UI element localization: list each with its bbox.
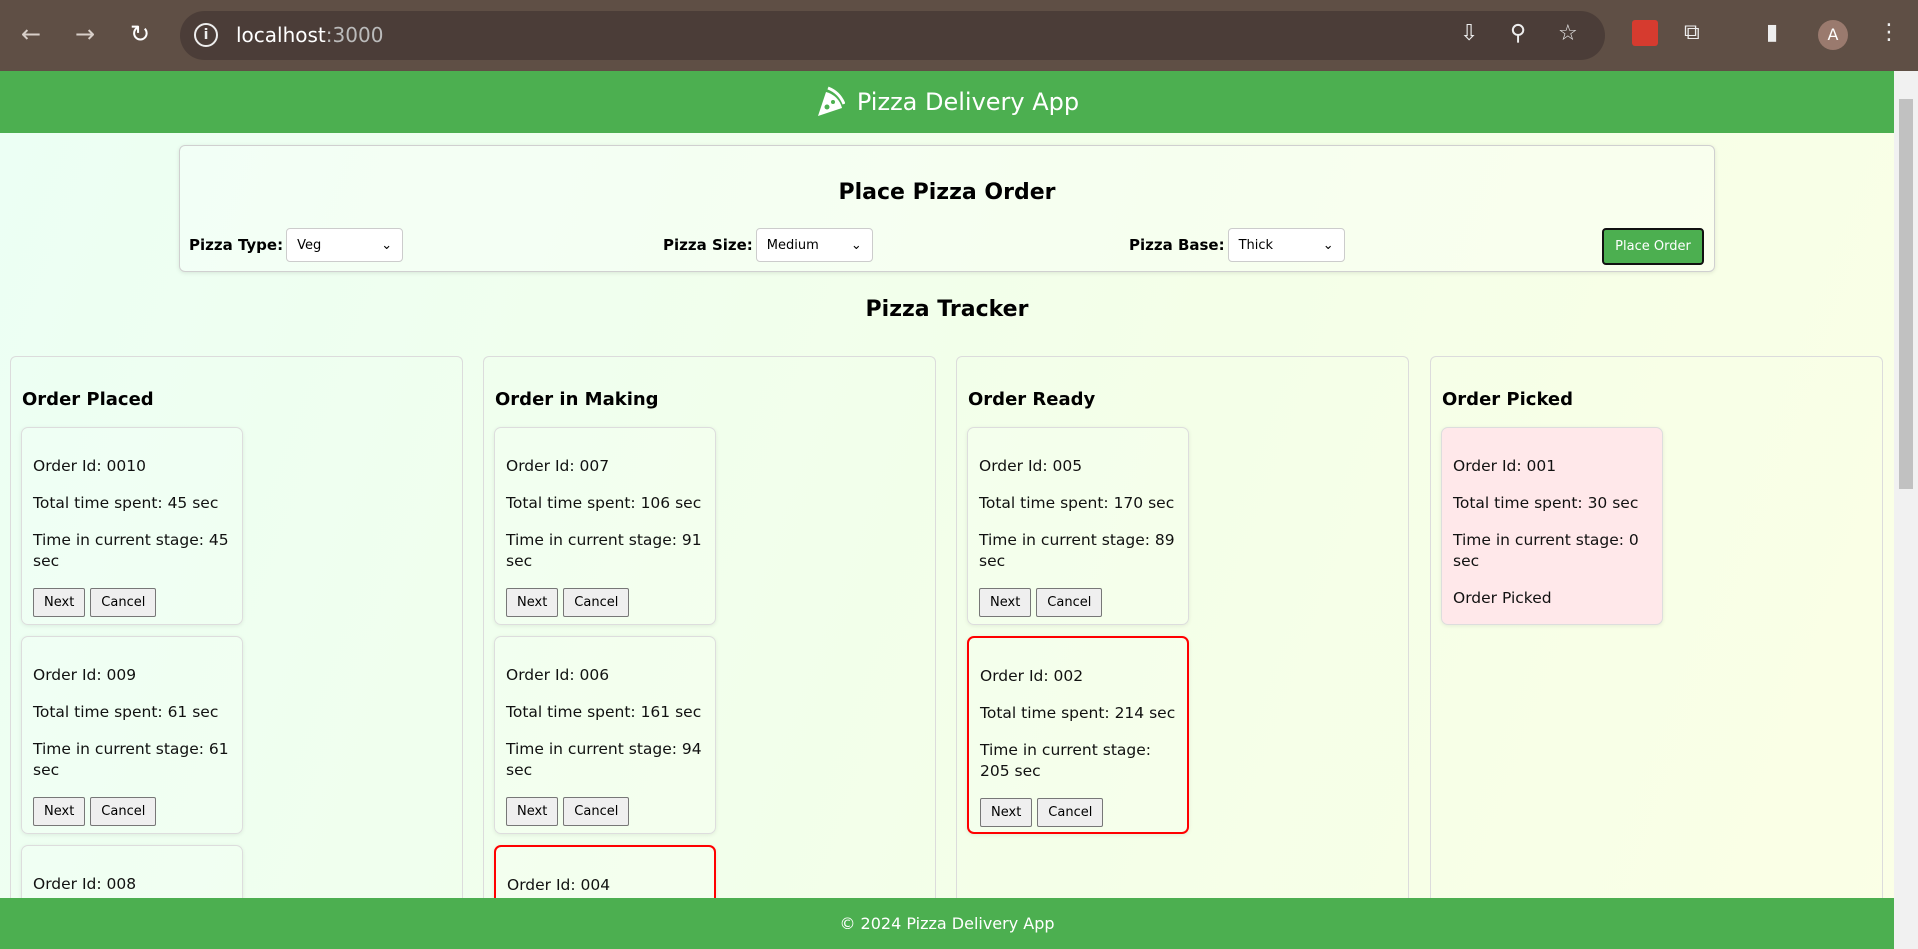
chevron-down-icon: ⌄ <box>850 237 862 253</box>
app-header: Pizza Delivery App <box>0 71 1894 133</box>
order-card: Order Id: 005 Total time spent: 170 sec Ti… <box>967 427 1189 625</box>
column-title: Order Ready <box>968 389 1096 410</box>
card-actions: Next Cancel <box>33 797 231 826</box>
order-id: Order Id: 004 <box>507 876 611 894</box>
next-button[interactable]: Next <box>33 797 86 826</box>
order-form: Place Pizza Order Pizza Type: Veg ⌄ Pizza… <box>179 145 1715 272</box>
scrollbar-thumb[interactable] <box>1899 99 1913 489</box>
order-id: Order Id: 002 <box>980 667 1084 685</box>
order-card: Order Id: 0010 Total time spent: 45 sec Ti… <box>21 427 243 625</box>
order-id: Order Id: 007 <box>506 457 610 475</box>
cancel-button[interactable]: Cancel <box>1037 798 1104 827</box>
chevron-down-icon: ⌄ <box>381 237 393 253</box>
address-bar[interactable]: i localhost:3000 ⇩ ⚲ ☆ <box>180 11 1605 60</box>
card-actions: Next Cancel <box>33 588 231 617</box>
column-order-placed: Order Placed Order Id: 0010 Total time spe… <box>10 356 463 912</box>
pizza-icon <box>817 86 845 116</box>
total-time: Total time spent: 214 sec <box>980 704 1176 722</box>
cancel-button[interactable]: Cancel <box>563 797 630 826</box>
pizza-size-select[interactable]: Medium ⌄ <box>755 228 873 262</box>
next-button[interactable]: Next <box>506 797 559 826</box>
stage-time: Time in current stage: 45 sec <box>33 531 229 570</box>
column-order-picked: Order Picked Order Id: 001 Total time spen… <box>1430 356 1883 898</box>
app-page: Pizza Delivery App Place Pizza Order Piz… <box>0 71 1894 949</box>
browser-toolbar: ← → ↻ i localhost:3000 ⇩ ⚲ ☆ ⧉ ▮ A ⋮ <box>0 0 1918 71</box>
zoom-icon[interactable]: ⚲ <box>1510 21 1526 46</box>
order-id: Order Id: 006 <box>506 666 610 684</box>
order-card: Order Id: 009 Total time spent: 61 sec Tim… <box>21 636 243 834</box>
chevron-down-icon: ⌄ <box>1322 237 1334 253</box>
stage-time: Time in current stage: 94 sec <box>506 740 702 779</box>
total-time: Total time spent: 30 sec <box>1453 494 1639 512</box>
stage-time: Time in current stage: 89 sec <box>979 531 1175 570</box>
total-time: Total time spent: 170 sec <box>979 494 1175 512</box>
star-icon[interactable]: ☆ <box>1558 21 1578 46</box>
card-actions: Next Cancel <box>506 588 704 617</box>
column-order-ready: Order Ready Order Id: 005 Total time spent… <box>956 356 1409 898</box>
order-card: Order Id: 006 Total time spent: 161 sec Ti… <box>494 636 716 834</box>
pizza-type-select[interactable]: Veg ⌄ <box>286 228 404 262</box>
order-id: Order Id: 001 <box>1453 457 1557 475</box>
pizza-size-value: Medium <box>766 237 819 253</box>
stage-time: Time in current stage: 61 sec <box>33 740 229 779</box>
extensions-puzzle-icon[interactable]: ⧉ <box>1684 20 1700 45</box>
cancel-button[interactable]: Cancel <box>1036 588 1103 617</box>
total-time: Total time spent: 106 sec <box>506 494 702 512</box>
info-icon[interactable]: i <box>194 23 218 47</box>
column-order-in-making: Order in Making Order Id: 007 Total time s… <box>483 356 936 914</box>
footer: © 2024 Pizza Delivery App <box>0 898 1894 949</box>
pizza-size-label: Pizza Size: <box>663 236 753 254</box>
order-status: Order Picked <box>1453 589 1552 607</box>
card-actions: Next Cancel <box>506 797 704 826</box>
order-id: Order Id: 0010 <box>33 457 146 475</box>
reload-icon[interactable]: ↻ <box>125 20 155 48</box>
stage-time: Time in current stage: 0 sec <box>1453 531 1639 570</box>
cancel-button[interactable]: Cancel <box>90 797 157 826</box>
next-button[interactable]: Next <box>980 798 1033 827</box>
back-icon[interactable]: ← <box>16 20 46 48</box>
order-card: Order Id: 007 Total time spent: 106 sec Ti… <box>494 427 716 625</box>
pizza-type-label: Pizza Type: <box>189 236 284 254</box>
column-title: Order Placed <box>22 389 154 410</box>
card-actions: Next Cancel <box>980 798 1176 827</box>
pizza-size-field: Pizza Size: Medium ⌄ <box>663 228 873 262</box>
stage-time: Time in current stage: 205 sec <box>980 741 1152 780</box>
order-card: Order Id: 002 Total time spent: 214 sec Ti… <box>967 636 1189 834</box>
url-text: localhost:3000 <box>236 23 384 47</box>
cancel-button[interactable]: Cancel <box>563 588 630 617</box>
side-panel-icon[interactable]: ▮ <box>1766 20 1778 45</box>
order-card: Order Id: 001 Total time spent: 30 sec Tim… <box>1441 427 1663 625</box>
next-button[interactable]: Next <box>979 588 1032 617</box>
pizza-base-label: Pizza Base: <box>1129 236 1225 254</box>
order-id: Order Id: 009 <box>33 666 137 684</box>
pizza-base-select[interactable]: Thick ⌄ <box>1227 228 1345 262</box>
total-time: Total time spent: 45 sec <box>33 494 219 512</box>
stage-time: Time in current stage: 91 sec <box>506 531 702 570</box>
avatar[interactable]: A <box>1818 20 1848 50</box>
column-title: Order in Making <box>495 389 659 410</box>
tracker-title: Pizza Tracker <box>865 297 1029 322</box>
column-title: Order Picked <box>1442 389 1574 410</box>
order-id: Order Id: 005 <box>979 457 1083 475</box>
scrollbar[interactable] <box>1894 71 1918 949</box>
total-time: Total time spent: 61 sec <box>33 703 219 721</box>
pizza-base-value: Thick <box>1238 237 1274 253</box>
card-actions: Next Cancel <box>979 588 1177 617</box>
app-title: Pizza Delivery App <box>856 88 1080 116</box>
pizza-base-field: Pizza Base: Thick ⌄ <box>1129 228 1345 262</box>
next-button[interactable]: Next <box>33 588 86 617</box>
total-time: Total time spent: 161 sec <box>506 703 702 721</box>
pizza-type-value: Veg <box>297 237 322 253</box>
extension-icon[interactable] <box>1632 20 1658 46</box>
order-id: Order Id: 008 <box>33 875 137 893</box>
forward-icon[interactable]: → <box>70 20 100 48</box>
form-title: Place Pizza Order <box>838 180 1056 205</box>
menu-icon[interactable]: ⋮ <box>1878 20 1900 45</box>
pizza-type-field: Pizza Type: Veg ⌄ <box>189 228 404 262</box>
cancel-button[interactable]: Cancel <box>90 588 157 617</box>
place-order-button[interactable]: Place Order <box>1602 228 1704 265</box>
install-icon[interactable]: ⇩ <box>1460 21 1478 46</box>
next-button[interactable]: Next <box>506 588 559 617</box>
